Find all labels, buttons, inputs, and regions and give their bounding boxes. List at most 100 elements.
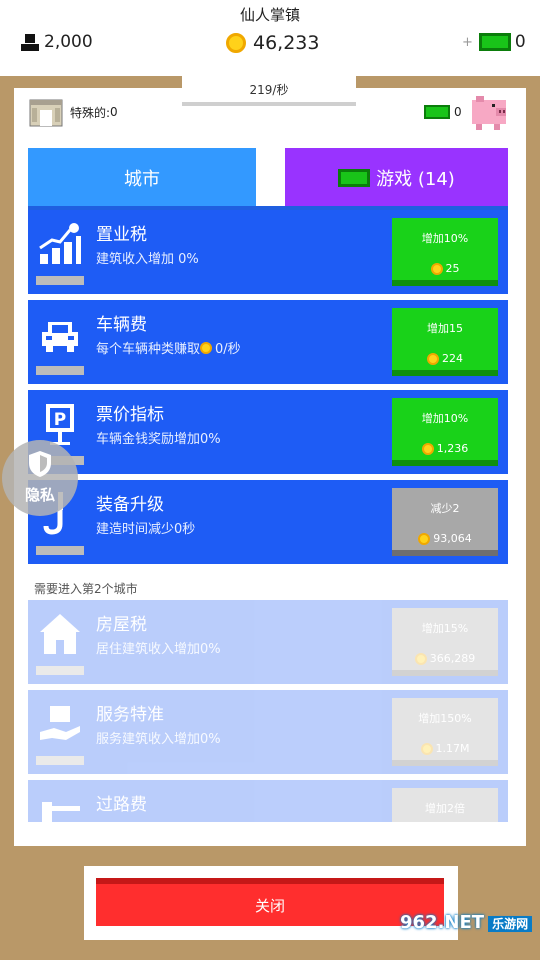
buy-label: 增加2倍 [425, 802, 465, 815]
buy-label: 增加15% [421, 622, 469, 635]
city-title: 仙人掌镇 [239, 6, 300, 24]
cost-value: 366,289 [429, 652, 476, 665]
desc-text: 每个车辆种类赚取 [96, 342, 201, 357]
buy-button[interactable]: 增加10% 25 [392, 218, 498, 286]
cash-icon [478, 33, 511, 51]
buy-button-disabled[interactable]: 减少2 93,064 [392, 488, 498, 556]
house-icon [40, 614, 80, 654]
buy-label: 增加15 [427, 322, 463, 335]
plus-icon[interactable]: + [462, 35, 473, 50]
upgrade-title: 服务特准 [96, 705, 164, 725]
buy-button[interactable]: 增加15 224 [392, 308, 498, 376]
buy-cost: 25 [392, 262, 498, 275]
coin-icon [420, 742, 433, 755]
desc-text: 0/秒 [215, 342, 241, 357]
buy-cost: 1,236 [392, 442, 498, 455]
watermark-main: 962.NET [400, 912, 485, 933]
coin-icon [414, 652, 427, 665]
buy-label: 增加10% [421, 412, 469, 425]
money-value: 46,233 [253, 32, 320, 54]
upgrade-title: 过路费 [96, 795, 147, 815]
progress-bar [36, 756, 84, 765]
piggy-bank[interactable]: 0 [424, 92, 510, 132]
upgrade-card: 置业税 建筑收入增加 0% 增加10% 25 [28, 210, 508, 294]
cost-value: 1.17M [435, 742, 470, 755]
special-label: 特殊的: [70, 105, 111, 120]
upgrade-desc: 建筑收入增加 0% [96, 252, 199, 267]
buy-label: 增加150% [418, 712, 472, 725]
population-value: 2,000 [44, 32, 93, 52]
locked-upgrade-card: 过路费 增加2倍 [28, 780, 508, 822]
upgrade-desc: 居住建筑收入增加0% [96, 642, 221, 657]
buy-cost: 1.17M [392, 742, 498, 755]
toll-gate-icon [42, 802, 80, 822]
buy-button-locked: 增加15% 366,289 [392, 608, 498, 676]
coin-icon [200, 341, 213, 354]
tab-city[interactable]: 城市 [28, 148, 256, 208]
site-watermark: 962.NET 乐游网 [400, 912, 533, 933]
buy-cost: 224 [392, 352, 498, 365]
privacy-label: 隐私 [24, 486, 55, 504]
upgrade-desc: 建造时间减少0秒 [96, 522, 196, 537]
upgrade-title: 房屋税 [96, 615, 147, 635]
buy-cost: 366,289 [392, 652, 498, 665]
upgrade-desc: 车辆金钱奖励增加0% [96, 432, 221, 447]
piggy-value: 0 [454, 105, 462, 119]
shield-icon [29, 451, 51, 477]
progress-bar [36, 546, 84, 555]
cash-icon [338, 169, 371, 187]
frame-left [0, 76, 14, 960]
coin-icon [421, 442, 434, 455]
person-icon [21, 34, 39, 51]
upgrade-desc: 服务建筑收入增加0% [96, 732, 221, 747]
progress-bar [36, 666, 84, 675]
growth-chart-icon [39, 223, 81, 264]
buy-label: 增加10% [421, 232, 469, 245]
cost-value: 1,236 [436, 442, 469, 455]
locked-upgrade-card: 服务特准 服务建筑收入增加0% 增加150% 1.17M [28, 690, 508, 774]
arch-icon [29, 99, 63, 127]
cost-value: 93,064 [433, 532, 472, 545]
upgrade-title: 置业税 [96, 225, 147, 245]
upgrade-desc: 每个车辆种类赚取 0/秒 [96, 338, 241, 357]
close-button[interactable]: 关闭 [96, 878, 444, 926]
svg-text:P: P [54, 410, 66, 430]
special-counter: 特殊的: 0 [28, 96, 118, 128]
buy-button[interactable]: 增加10% 1,236 [392, 398, 498, 466]
buy-cost: 93,064 [392, 532, 498, 545]
cash-value: 0 [514, 32, 526, 52]
buy-label: 减少2 [430, 502, 460, 515]
service-hand-icon [40, 706, 80, 740]
upgrade-card: 车辆费 每个车辆种类赚取 0/秒 增加15 224 [28, 300, 508, 384]
upgrade-card: 装备升级 建造时间减少0秒 减少2 93,064 [28, 480, 508, 564]
cost-value: 224 [442, 352, 463, 365]
piggy-bank-icon [471, 96, 506, 130]
upgrade-list[interactable]: 置业税 建筑收入增加 0% 增加10% 25 车辆费 每个车辆种类赚取 0/秒 增… [28, 210, 508, 822]
upgrade-card: P 票价指标 车辆金钱奖励增加0% 增加10% 1,236 [28, 390, 508, 474]
car-icon [42, 322, 78, 352]
tab-game[interactable]: 游戏 (14) [285, 148, 508, 208]
special-value: 0 [110, 105, 118, 119]
lock-note: 需要进入第2个城市 [34, 582, 138, 596]
upgrade-title: 装备升级 [96, 495, 164, 515]
buy-button-locked: 增加2倍 [392, 788, 498, 822]
coin-icon [418, 532, 431, 545]
cost-value: 25 [445, 262, 460, 275]
coin-icon [430, 262, 443, 275]
money-stat: 46,233 [226, 32, 319, 54]
cash-icon [424, 105, 450, 119]
frame-right [526, 76, 540, 960]
cash-stat[interactable]: + 0 [462, 32, 526, 52]
upgrade-title: 车辆费 [96, 315, 147, 335]
tab-game-label: 游戏 (14) [376, 169, 455, 190]
upgrade-title: 票价指标 [96, 405, 164, 425]
locked-upgrade-card: 房屋税 居住建筑收入增加0% 增加15% 366,289 [28, 600, 508, 684]
watermark-sub: 乐游网 [488, 916, 533, 932]
population-stat: 2,000 [20, 32, 93, 52]
privacy-button[interactable]: 隐私 [2, 440, 78, 516]
progress-bar [36, 366, 84, 375]
coin-icon [226, 33, 246, 53]
coin-icon [427, 352, 439, 365]
income-rate: 219/秒 [182, 76, 356, 106]
progress-bar [36, 276, 84, 285]
